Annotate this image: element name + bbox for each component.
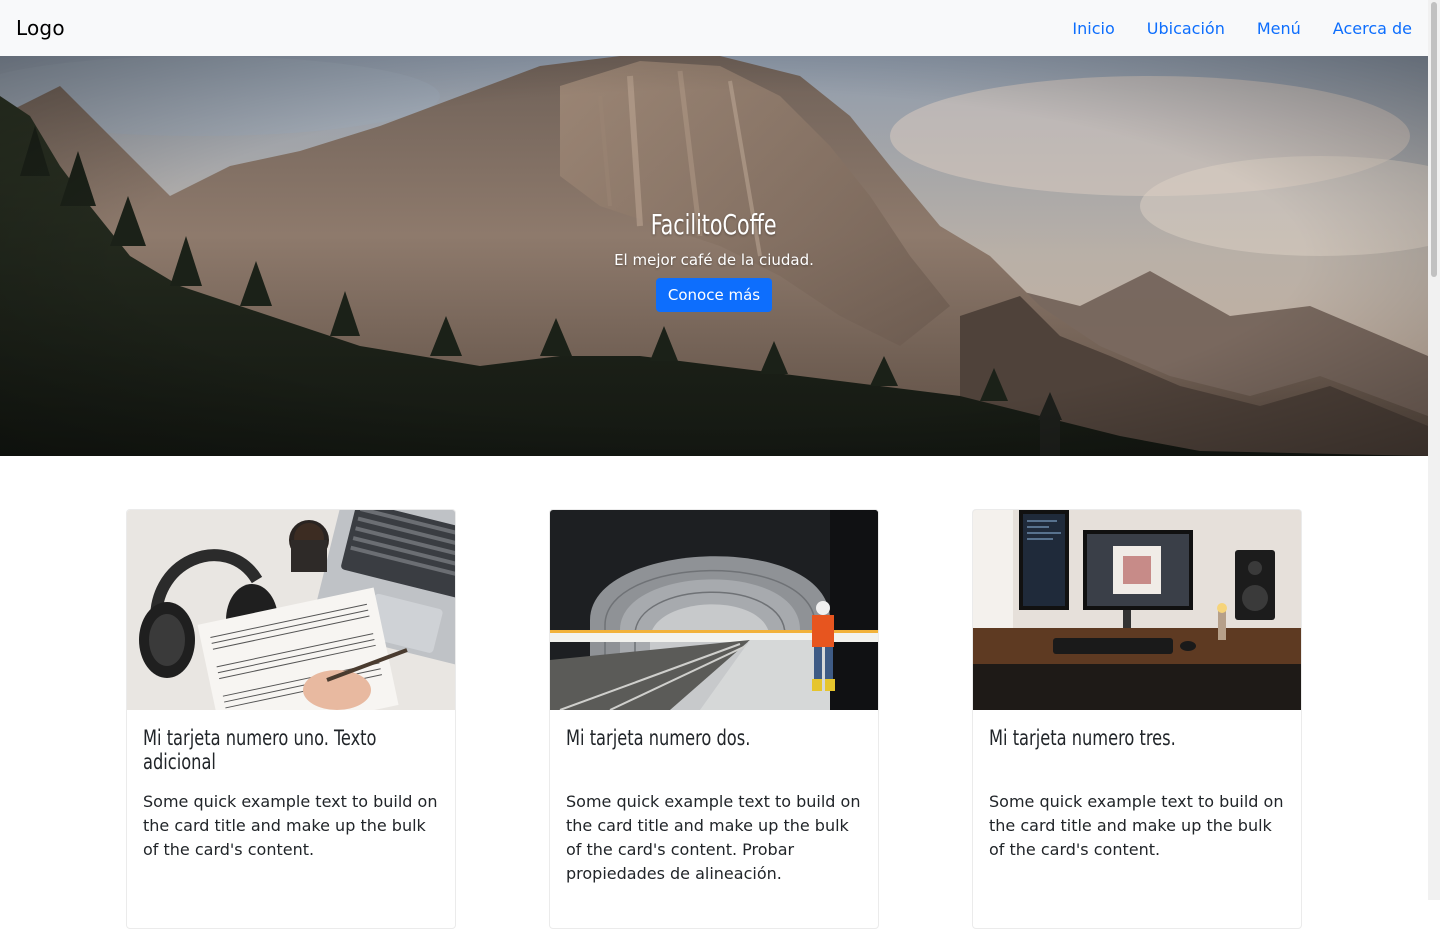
card-uno-text: Some quick example text to build on the … — [143, 792, 438, 859]
card-dos-body: Mi tarjeta numero dos. Some quick exampl… — [550, 710, 878, 902]
conoce-mas-button[interactable]: Conoce más — [655, 278, 773, 312]
card-uno: Mi tarjeta numero uno. Texto adicional S… — [126, 509, 456, 929]
brand-logo-link[interactable]: Logo — [16, 16, 65, 40]
card-uno-body: Mi tarjeta numero uno. Texto adicional S… — [127, 710, 455, 878]
card-dos-text: Some quick example text to build on the … — [566, 792, 861, 883]
card-tres-body: Mi tarjeta numero tres. Some quick examp… — [973, 710, 1301, 878]
card-tres-title: Mi tarjeta numero tres. — [989, 726, 1176, 750]
nav-links: Inicio Ubicación Menú Acerca de — [1040, 0, 1412, 56]
card-tres: Mi tarjeta numero tres. Some quick examp… — [972, 509, 1302, 929]
hero-title: FacilitoCoffe — [651, 208, 777, 241]
card-tres-image — [973, 510, 1301, 710]
card-dos: Mi tarjeta numero dos. Some quick exampl… — [549, 509, 879, 929]
hero-section: FacilitoCoffe El mejor café de la ciudad… — [0, 56, 1428, 456]
hero-content: FacilitoCoffe El mejor café de la ciudad… — [0, 56, 1428, 456]
scrollbar-thumb[interactable] — [1431, 2, 1437, 277]
card-dos-title: Mi tarjeta numero dos. — [566, 726, 751, 750]
hero-subtitle: El mejor café de la ciudad. — [614, 251, 814, 269]
card-uno-title: Mi tarjeta numero uno. Texto adicional — [143, 726, 377, 774]
card-tres-text: Some quick example text to build on the … — [989, 792, 1284, 859]
card-dos-image — [550, 510, 878, 710]
nav-link-menu[interactable]: Menú — [1257, 19, 1301, 38]
navbar: Logo Inicio Ubicación Menú Acerca de — [0, 0, 1428, 56]
nav-link-ubicacion[interactable]: Ubicación — [1147, 19, 1225, 38]
nav-link-acerca-de[interactable]: Acerca de — [1333, 19, 1412, 38]
page-scrollbar[interactable] — [1428, 0, 1440, 900]
nav-link-inicio[interactable]: Inicio — [1072, 19, 1114, 38]
card-uno-image — [127, 510, 455, 710]
